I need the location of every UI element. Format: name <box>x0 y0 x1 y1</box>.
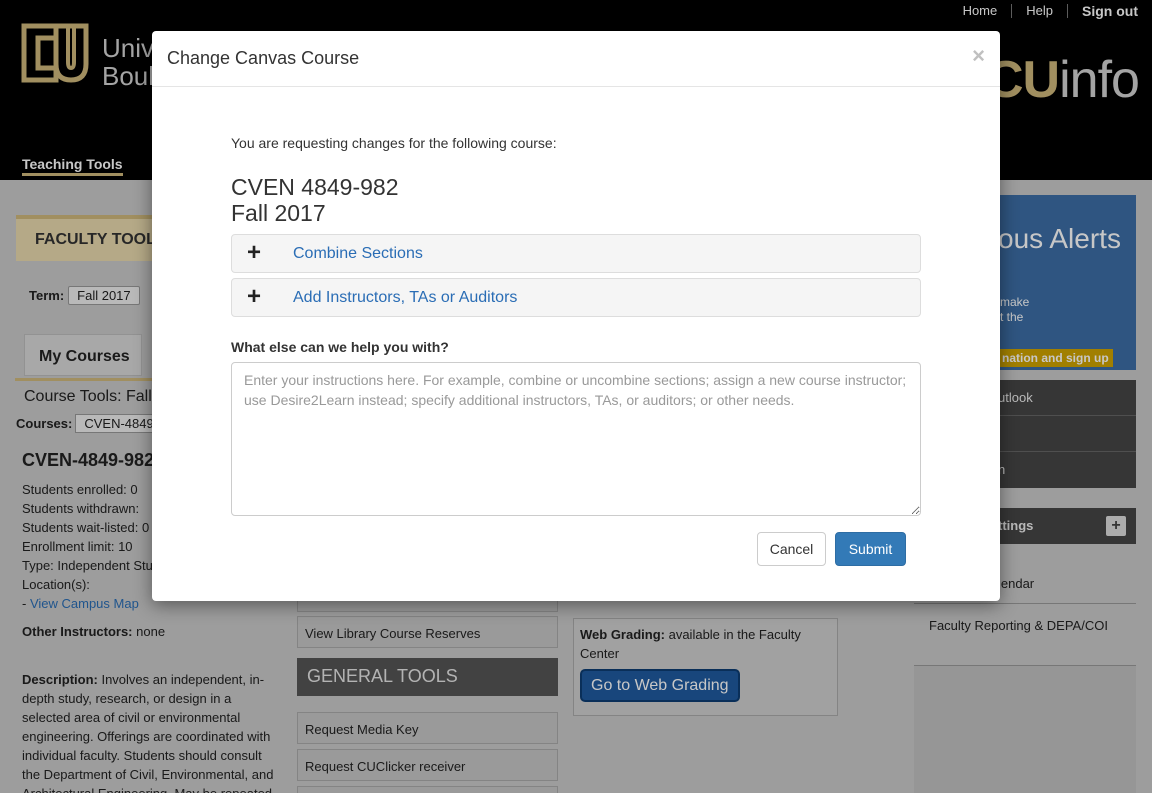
change-canvas-course-modal: Change Canvas Course × You are requestin… <box>152 31 1000 601</box>
combine-sections-accordion[interactable]: + Combine Sections <box>231 234 921 273</box>
plus-icon: + <box>247 239 262 266</box>
course-code: CVEN 4849-982 <box>231 174 399 200</box>
request-intro: You are requesting changes for the follo… <box>231 135 557 151</box>
modal-header: Change Canvas Course × <box>152 31 1000 87</box>
cancel-button[interactable]: Cancel <box>757 532 826 566</box>
add-instructors-label[interactable]: Add Instructors, TAs or Auditors <box>293 289 517 307</box>
course-term: Fall 2017 <box>231 200 326 226</box>
modal-title: Change Canvas Course <box>167 48 360 68</box>
submit-button[interactable]: Submit <box>835 532 906 566</box>
combine-sections-label[interactable]: Combine Sections <box>293 245 423 263</box>
close-icon[interactable]: × <box>972 43 985 69</box>
help-question-label: What else can we help you with? <box>231 339 449 355</box>
add-instructors-accordion[interactable]: + Add Instructors, TAs or Auditors <box>231 278 921 317</box>
instructions-textarea[interactable] <box>231 362 921 516</box>
plus-icon: + <box>247 283 262 310</box>
